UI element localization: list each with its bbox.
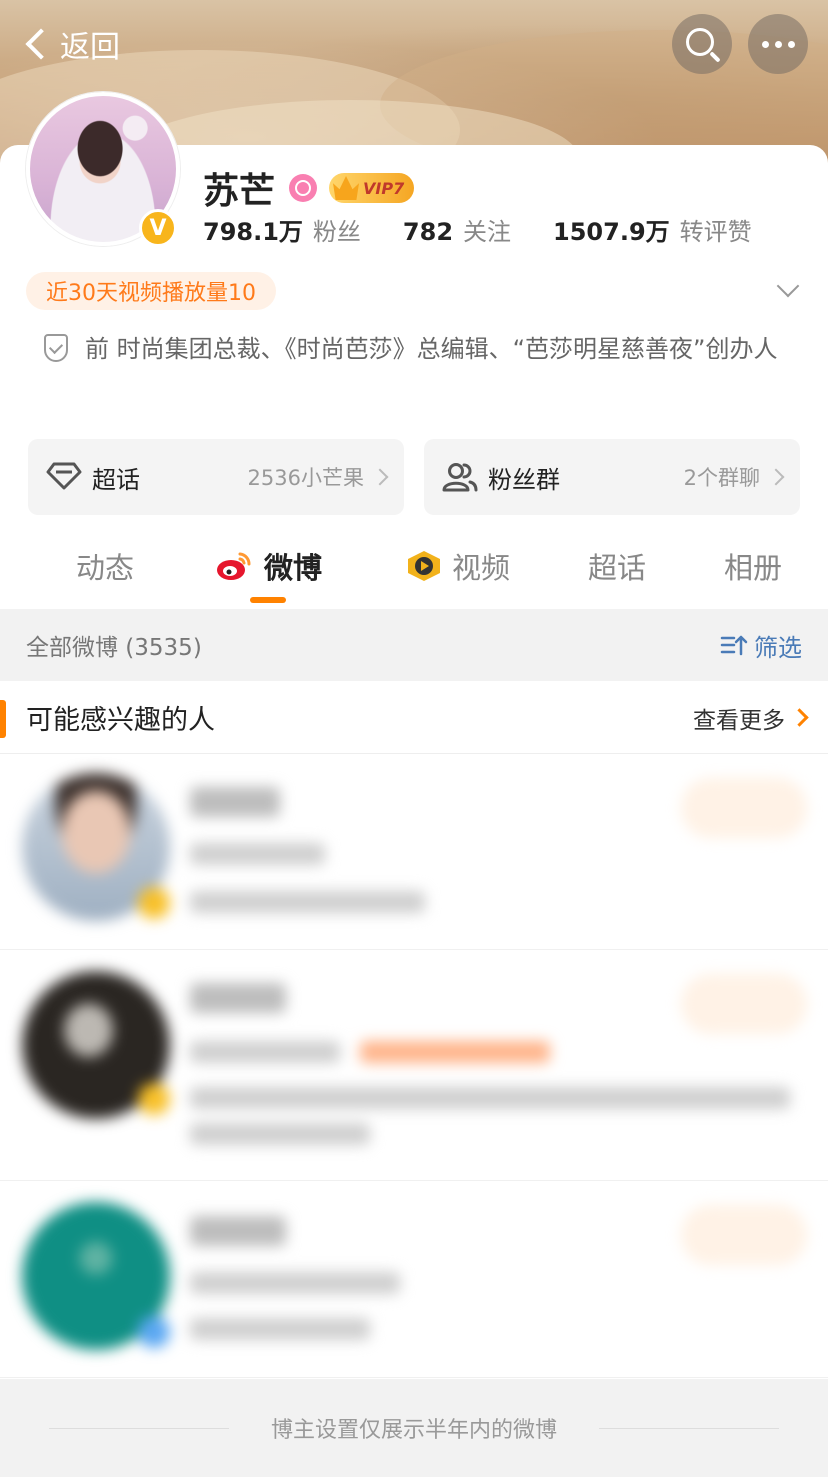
filter-label: 筛选 — [754, 633, 802, 662]
weibo-filter-bar: 全部微博 (3535) 筛选 — [0, 609, 828, 681]
timeline-footer: 博主设置仅展示半年内的微博 — [0, 1379, 828, 1477]
user-bio-placeholder — [190, 891, 425, 913]
verified-badge-icon — [138, 1083, 170, 1115]
profile-stats: 798.1万 粉丝 782 关注 1507.9万 转评赞 — [203, 212, 794, 247]
see-more-link[interactable]: 查看更多 — [693, 701, 806, 735]
people-icon — [442, 462, 478, 492]
user-followers-placeholder — [190, 1272, 400, 1294]
vip-badge[interactable]: VIP7 — [329, 173, 415, 203]
fan-group-sub: 2个群聊 — [684, 462, 782, 492]
active-tab-indicator — [250, 597, 286, 603]
user-bio-placeholder — [190, 1123, 370, 1145]
tab-super-topic[interactable]: 超话 — [588, 530, 646, 602]
verified-badge: V — [139, 209, 177, 247]
search-icon — [686, 28, 714, 56]
search-button[interactable] — [672, 14, 732, 74]
user-tag-placeholder — [360, 1041, 550, 1063]
divider — [48, 1427, 229, 1429]
super-topic-card[interactable]: 超话 2536小芒果 — [28, 439, 404, 515]
more-dots-icon — [761, 40, 795, 48]
fan-group-title: 粉丝群 — [488, 465, 560, 494]
tab-label: 相册 — [724, 551, 783, 585]
user-bio-placeholder — [190, 1087, 790, 1109]
profile-description: 前 时尚集团总裁、《时尚芭莎》总编辑、“芭莎明星慈善夜”创办人 — [85, 335, 778, 363]
blurred-content — [0, 1182, 828, 1377]
more-button[interactable] — [748, 14, 808, 74]
followers-count[interactable]: 798.1万 — [203, 212, 303, 247]
name-row: 苏芒 VIP7 — [203, 162, 415, 214]
video-logo-icon — [404, 549, 444, 583]
verified-badge-icon — [138, 887, 170, 919]
user-name-placeholder — [190, 983, 286, 1013]
vip-label: VIP7 — [363, 178, 405, 198]
super-topic-sub: 2536小芒果 — [248, 462, 386, 492]
profile-tabs: 动态 微博 视频 超话 相册 — [0, 530, 828, 608]
fan-group-card[interactable]: 粉丝群 2个群聊 — [424, 439, 800, 515]
recommended-user[interactable] — [0, 951, 828, 1181]
tab-label: 视频 — [452, 551, 511, 585]
tab-video[interactable]: 视频 — [404, 530, 510, 602]
user-name-placeholder — [190, 787, 280, 817]
tab-weibo[interactable]: 微博 — [216, 530, 322, 602]
video-views-tag[interactable]: 近30天视频播放量10 — [26, 272, 276, 310]
interactions-label: 转评赞 — [679, 218, 752, 246]
recommend-title: 可能感兴趣的人 — [26, 705, 215, 736]
recommended-user[interactable] — [0, 1182, 828, 1378]
user-name-placeholder — [190, 1216, 286, 1246]
followers-label[interactable]: 粉丝 — [313, 212, 361, 247]
tab-label: 微博 — [264, 551, 323, 585]
recommended-user[interactable] — [0, 755, 828, 950]
chevron-left-icon — [25, 28, 57, 60]
tab-label: 动态 — [76, 551, 135, 585]
section-accent-bar — [0, 700, 6, 738]
user-bio-placeholder — [190, 1318, 370, 1340]
female-icon — [289, 174, 318, 202]
shield-icon — [44, 334, 68, 362]
interactions-count: 1507.9万 — [553, 218, 670, 246]
tab-album[interactable]: 相册 — [724, 530, 782, 602]
verified-badge-icon — [138, 1316, 170, 1348]
following-label[interactable]: 关注 — [463, 212, 511, 247]
user-followers-placeholder — [190, 1041, 340, 1063]
blurred-content — [0, 755, 828, 949]
footer-notice: 博主设置仅展示半年内的微博 — [270, 1418, 557, 1443]
divider — [599, 1427, 779, 1429]
crown-icon — [333, 176, 360, 200]
weibo-count: 全部微博 (3535) — [26, 635, 202, 661]
following-count[interactable]: 782 — [403, 218, 453, 246]
weibo-logo-icon — [216, 550, 252, 582]
tab-dynamics[interactable]: 动态 — [76, 530, 134, 602]
filter-icon — [720, 634, 748, 656]
follow-button — [682, 779, 806, 837]
blurred-content — [0, 951, 828, 1180]
follow-button — [682, 975, 806, 1033]
follow-button — [682, 1206, 806, 1264]
user-followers-placeholder — [190, 843, 325, 865]
tab-label: 超话 — [588, 551, 647, 585]
back-button[interactable]: 返回 — [22, 22, 120, 66]
recommend-header: 可能感兴趣的人 查看更多 — [0, 682, 828, 754]
super-topic-title: 超话 — [92, 465, 140, 494]
diamond-icon — [46, 462, 82, 492]
back-label: 返回 — [60, 30, 120, 65]
filter-button[interactable]: 筛选 — [720, 628, 802, 663]
profile-name: 苏芒 — [203, 171, 276, 212]
